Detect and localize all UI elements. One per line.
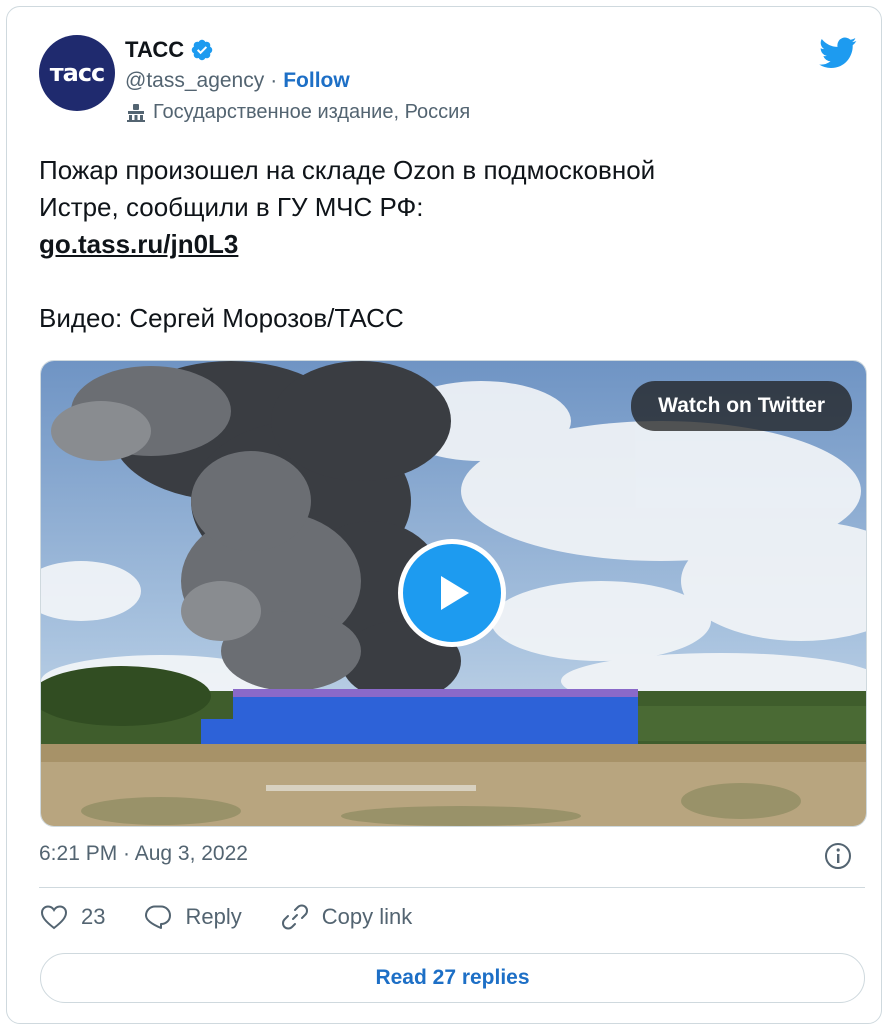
government-building-icon [127, 103, 145, 122]
like-count: 23 [81, 904, 106, 929]
copy-link-label: Copy link [321, 904, 413, 929]
verified-badge-icon [191, 39, 213, 61]
follow-button[interactable]: Follow [283, 69, 350, 93]
handle-separator: · [270, 69, 278, 92]
copy-link-button[interactable]: Copy link [280, 902, 412, 932]
tweet-credit: Видео: Сергей Морозов/ТАСС [39, 303, 404, 333]
link-icon [281, 904, 308, 930]
avatar-logo-text: тасс [49, 59, 106, 87]
account-label: Государственное издание, Россия [153, 101, 471, 123]
author-name[interactable]: ТАСС [125, 37, 184, 63]
divider [39, 887, 865, 888]
reply-label: Reply [185, 904, 242, 929]
action-bar: 23 Reply Copy link [39, 902, 450, 932]
avatar[interactable]: тасс [39, 35, 115, 111]
like-button[interactable]: 23 [39, 902, 105, 932]
video-player[interactable]: Watch on Twitter [40, 360, 867, 827]
author-handle[interactable]: @tass_agency [125, 69, 264, 93]
tweet-timestamp[interactable]: 6:21 PM · Aug 3, 2022 [39, 842, 248, 866]
tweet-text-line: Истре, сообщили в ГУ МЧС РФ: [39, 192, 424, 222]
read-replies-button[interactable]: Read 27 replies [40, 953, 865, 1003]
tweet-text-line: Пожар произошел на складе Ozon в подмоск… [39, 155, 656, 185]
account-label-row: Государственное издание, Россия [125, 101, 470, 124]
author-name-row: ТАСС [125, 37, 214, 63]
tweet-card: тасс ТАСС @tass_agency · Follow Государс… [6, 6, 882, 1024]
play-button[interactable] [398, 539, 506, 647]
heart-icon [40, 905, 68, 930]
twitter-bird-icon[interactable] [819, 37, 857, 69]
watch-on-twitter-button[interactable]: Watch on Twitter [631, 381, 852, 431]
tweet-text: Пожар произошел на складе Ozon в подмоск… [39, 152, 839, 337]
info-icon[interactable] [823, 841, 853, 871]
play-icon [441, 576, 469, 610]
handle-row: @tass_agency · Follow [125, 69, 350, 93]
reply-button[interactable]: Reply [143, 902, 242, 932]
reply-bubble-icon [145, 905, 172, 929]
tweet-link[interactable]: go.tass.ru/jn0L3 [39, 229, 238, 259]
